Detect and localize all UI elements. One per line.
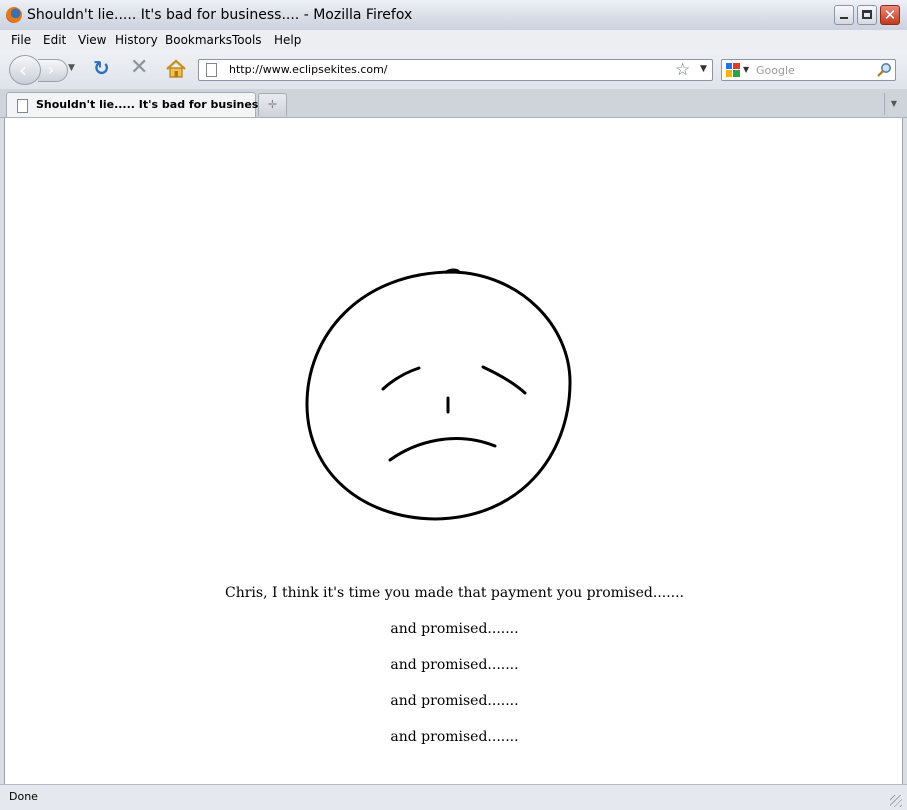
menu-bar: File Edit View History Bookmarks Tools H… (0, 30, 907, 51)
menu-history[interactable]: History (115, 33, 158, 47)
window-title: Shouldn't lie..... It's bad for business… (27, 7, 413, 23)
menu-tools[interactable]: Tools (232, 33, 262, 47)
forward-button[interactable]: › (38, 59, 68, 82)
resize-grip-icon[interactable] (890, 795, 902, 807)
tab-page-icon (17, 99, 28, 113)
stop-icon[interactable]: ✕ (130, 57, 150, 79)
repeat-line: and promised....... (390, 657, 519, 673)
chevron-down-icon: ▼ (890, 99, 898, 108)
home-icon[interactable] (165, 59, 187, 79)
new-tab-button[interactable]: ✛ (258, 93, 287, 116)
search-input[interactable]: Google (756, 64, 795, 77)
minimize-icon (840, 17, 848, 19)
sad-face-drawing (305, 268, 572, 521)
payment-message: Chris, I think it's time you made that p… (224, 585, 685, 601)
repeat-line: and promised....... (390, 621, 519, 637)
url-dropdown-icon[interactable]: ▼ (700, 64, 707, 74)
tab-strip: Shouldn't lie..... It's bad for business… (0, 89, 907, 118)
page-content: Chris, I think it's time you made that p… (4, 118, 903, 784)
maximize-button[interactable] (857, 5, 877, 25)
repeat-line: and promised....... (390, 693, 519, 709)
menu-file[interactable]: File (11, 33, 31, 47)
search-engine-dropdown-icon[interactable]: ▼ (743, 65, 749, 74)
tab-active[interactable]: Shouldn't lie..... It's bad for business… (6, 92, 282, 117)
address-bar[interactable]: http://www.eclipsekites.com/ ☆ ▼ (198, 59, 713, 81)
menu-view[interactable]: View (78, 33, 106, 47)
maximize-icon (862, 10, 872, 19)
new-tab-icon: ✛ (267, 98, 278, 111)
status-bar: Done (0, 784, 907, 810)
menu-bookmarks[interactable]: Bookmarks (165, 33, 232, 47)
menu-help[interactable]: Help (274, 33, 301, 47)
google-icon[interactable] (726, 63, 740, 77)
menu-edit[interactable]: Edit (43, 33, 66, 47)
back-button[interactable]: ‹ (9, 55, 41, 85)
search-bar[interactable]: ▼ Google (721, 59, 896, 81)
url-text[interactable]: http://www.eclipsekites.com/ (229, 63, 388, 76)
history-dropdown-icon[interactable]: ▼ (68, 63, 75, 73)
reload-icon[interactable]: ↻ (93, 58, 113, 78)
repeat-line: and promised....... (390, 729, 519, 745)
search-icon[interactable] (876, 62, 892, 78)
browser-window: Shouldn't lie..... It's bad for business… (0, 0, 907, 810)
status-text: Done (9, 790, 38, 803)
page-icon (206, 63, 217, 77)
close-icon: ✕ (883, 6, 897, 24)
bookmark-star-icon[interactable]: ☆ (675, 60, 690, 80)
tab-label: Shouldn't lie..... It's bad for business… (36, 98, 282, 111)
firefox-logo-icon (6, 7, 22, 23)
back-arrow-icon: ‹ (19, 58, 27, 82)
title-bar[interactable]: Shouldn't lie..... It's bad for business… (0, 0, 907, 31)
close-button[interactable]: ✕ (880, 5, 900, 25)
minimize-button[interactable] (834, 5, 854, 25)
tab-list-button[interactable]: ▼ (884, 93, 903, 115)
forward-arrow-icon: › (48, 61, 54, 79)
